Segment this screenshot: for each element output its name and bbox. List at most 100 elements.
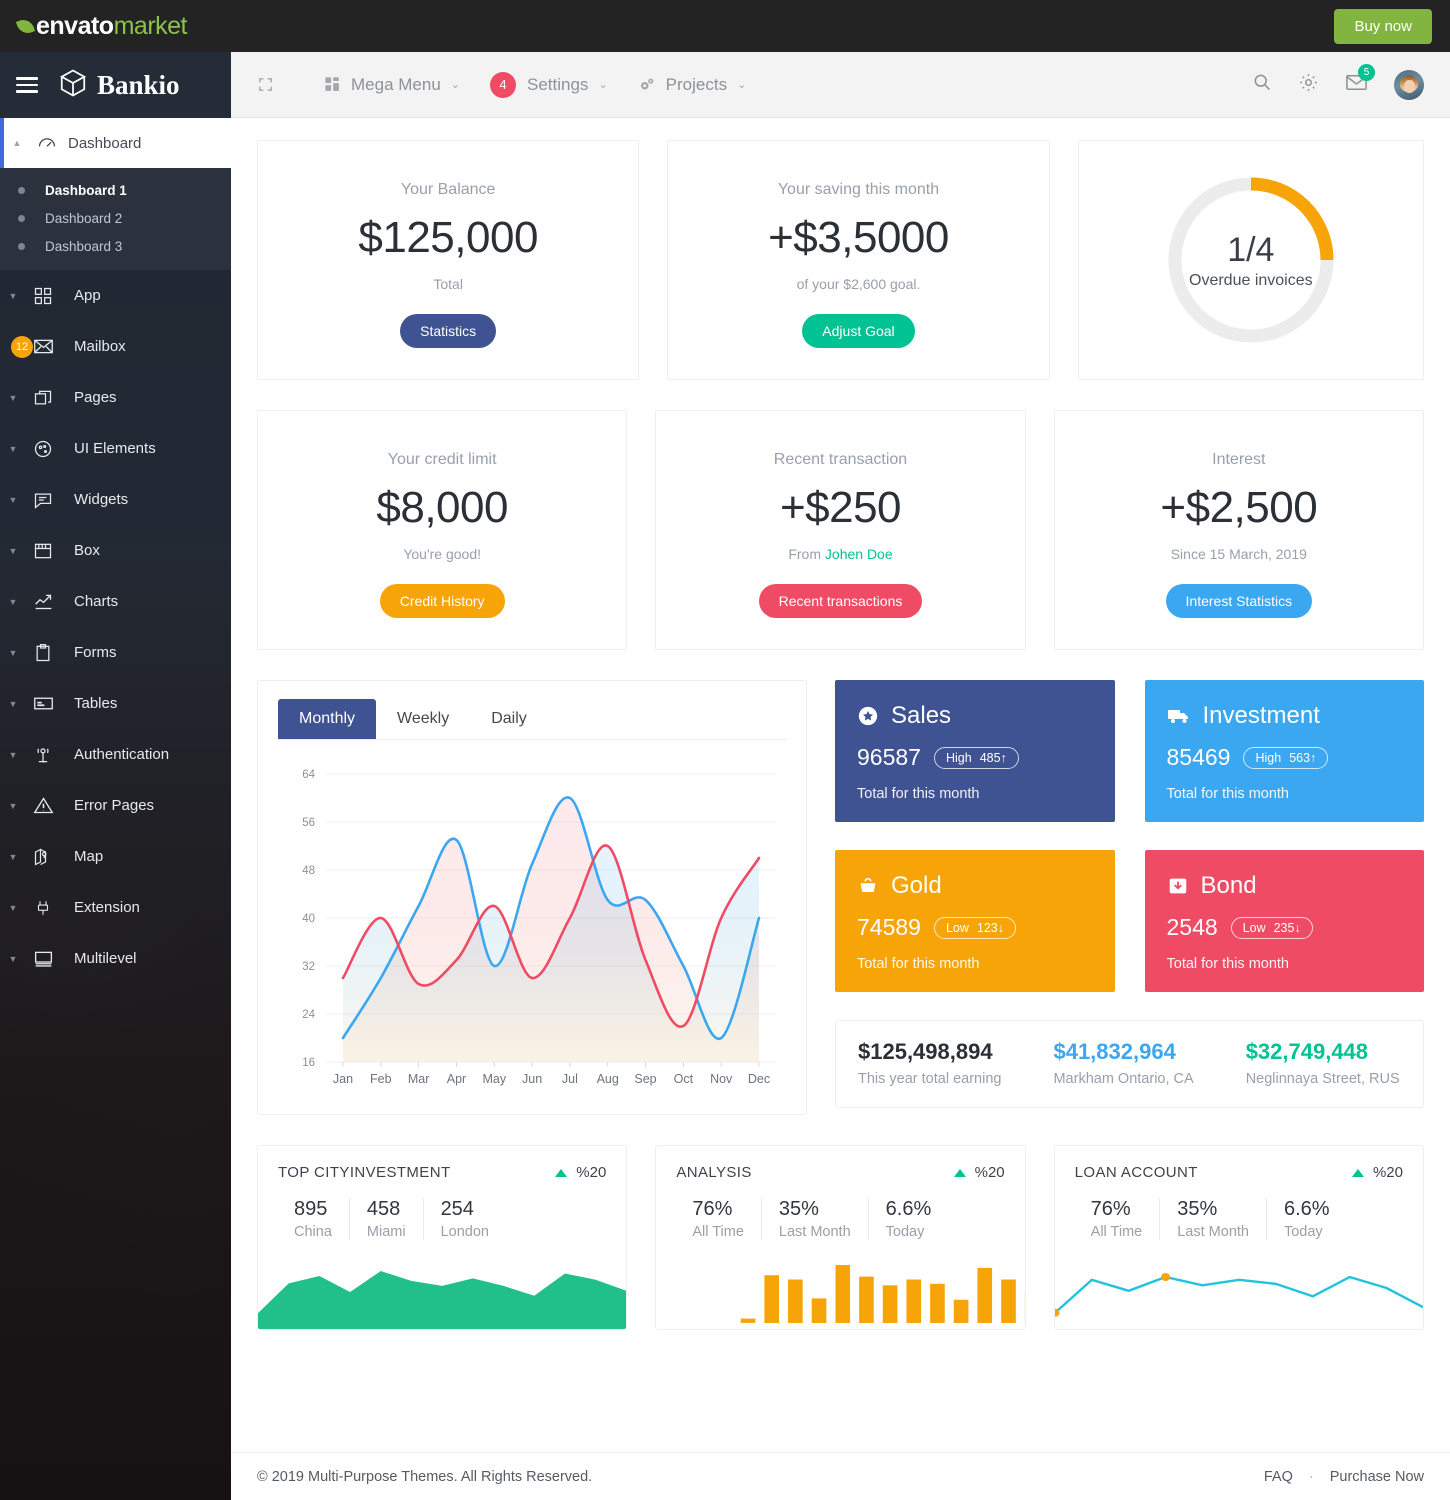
search-icon[interactable] <box>1252 72 1272 97</box>
earning-item: $125,498,894 This year total earning <box>858 1039 1001 1087</box>
svg-text:Aug: Aug <box>597 1072 619 1086</box>
widget-title: TOP CITYINVESTMENT <box>278 1164 451 1181</box>
widget-stat: 6.6% Today <box>869 1198 949 1240</box>
brand-name: Bankio <box>97 69 180 100</box>
tile-metrics: 2548 Low 235↓ <box>1167 914 1403 941</box>
line-chart-canvas: 16 24 32 40 48 56 64 Jan Feb Mar Apr May Jun Jul Aug Se… <box>278 760 786 1100</box>
sidebar-item-map[interactable]: ▼ Map <box>0 831 231 882</box>
footer-link-purchase[interactable]: Purchase Now <box>1330 1469 1424 1485</box>
tile-title: Gold <box>891 872 942 899</box>
tile-bond[interactable]: Bond 2548 Low 235↓ Total for this month <box>1144 850 1424 992</box>
card-overdue-invoices: 1/4 Overdue invoices <box>1077 140 1424 380</box>
sidebar-item-widgets[interactable]: ▼ Widgets <box>0 474 231 525</box>
sidebar-item-tables[interactable]: ▼ Tables <box>0 678 231 729</box>
sidebar-item-extension[interactable]: ▼ Extension <box>0 882 231 933</box>
sidebar-item-badge: 12 <box>11 335 33 358</box>
truck-icon <box>1167 704 1191 728</box>
layers-icon <box>26 948 60 969</box>
tile-chip: Low 123↓ <box>933 916 1017 939</box>
mail-icon[interactable]: 5 <box>1345 63 1375 99</box>
sidebar-item-dashboard[interactable]: ▲ Dashboard <box>0 118 231 168</box>
sidebar-item-label: Forms <box>74 644 117 661</box>
tile-title: Sales <box>891 702 952 729</box>
card-value: $8,000 <box>376 483 508 532</box>
buy-now-button[interactable]: Buy now <box>1334 8 1432 44</box>
card-subtitle: You're good! <box>403 546 481 562</box>
sidebar-item-pages[interactable]: ▼ Pages <box>0 372 231 423</box>
tile-sales[interactable]: Sales 96587 High 485↑ Total for this month <box>835 680 1115 822</box>
sidebar-item-charts[interactable]: ▼ Charts <box>0 576 231 627</box>
triangle-up-icon <box>1351 1168 1364 1177</box>
recent-transactions-button[interactable]: Recent transactions <box>758 584 923 618</box>
svg-text:64: 64 <box>302 769 315 781</box>
svg-text:24: 24 <box>302 1009 315 1021</box>
widget-stats: 895 China 458 Miami 254 London <box>278 1198 606 1240</box>
sidebar-item-mailbox[interactable]: 12 Mailbox <box>0 321 231 372</box>
svg-text:16: 16 <box>302 1057 315 1069</box>
nav-settings[interactable]: 4 Settings ⌄ <box>490 71 608 98</box>
chevron-down-icon: ⌄ <box>450 79 460 91</box>
tab-weekly[interactable]: Weekly <box>376 699 470 739</box>
credit-history-button[interactable]: Credit History <box>379 584 505 618</box>
widget-stat: 895 China <box>278 1198 350 1240</box>
mail-badge: 5 <box>1358 63 1375 81</box>
gear-icon[interactable] <box>1298 72 1319 98</box>
caret-down-icon: ▼ <box>8 494 18 505</box>
tab-monthly[interactable]: Monthly <box>278 699 377 739</box>
tile-investment[interactable]: Investment 85469 High 563↑ Total for this mo… <box>1144 680 1424 822</box>
tile-chip-label: Low <box>1242 920 1266 935</box>
clipboard-icon <box>26 643 60 663</box>
envato-logo[interactable]: envato market <box>15 12 188 41</box>
interest-statistics-button[interactable]: Interest Statistics <box>1165 584 1313 618</box>
widgets-row: TOP CITYINVESTMENT %20 895 China 458 Miami 254… <box>257 1145 1424 1330</box>
nav-projects[interactable]: Projects ⌄ <box>638 75 746 95</box>
sidebar-subitem-dashboard-2[interactable]: Dashboard 2 <box>0 204 231 232</box>
tile-footnote: Total for this month <box>857 956 980 972</box>
footer-link-faq[interactable]: FAQ <box>1264 1469 1293 1485</box>
sidebar-item-multilevel[interactable]: ▼ Multilevel <box>0 933 231 984</box>
expand-icon <box>257 76 274 93</box>
footer-links: FAQ · Purchase Now <box>1264 1469 1424 1485</box>
sidebar-item-ui-elements[interactable]: ▼ UI Elements <box>0 423 231 474</box>
sidebar-item-forms[interactable]: ▼ Forms <box>0 627 231 678</box>
sidebar-item-label: Box <box>74 542 100 559</box>
earning-label: Neglinnaya Street, RUS <box>1245 1071 1400 1087</box>
adjust-goal-button[interactable]: Adjust Goal <box>802 314 915 348</box>
widget-card-loan-account: LOAN ACCOUNT %20 76% All Time 35% Last Month 6… <box>1053 1145 1424 1330</box>
speedometer-icon <box>30 133 64 153</box>
triangle-up-icon <box>953 1168 966 1177</box>
tile-gold[interactable]: Gold 74589 Low 123↓ Total for this month <box>835 850 1115 992</box>
widget-percent-value: %20 <box>576 1164 607 1181</box>
sidebar-item-label: Pages <box>74 389 117 406</box>
caret-down-icon: ▼ <box>8 545 18 556</box>
sidebar-item-error-pages[interactable]: ▼ Error Pages <box>0 780 231 831</box>
avatar[interactable] <box>1394 69 1424 100</box>
svg-text:56: 56 <box>302 817 315 829</box>
tile-value: 74589 <box>857 914 921 940</box>
tile-header: Bond <box>1167 872 1403 900</box>
sidebar-subitem-dashboard-3[interactable]: Dashboard 3 <box>0 232 231 260</box>
card-interest: Interest +$2,500 Since 15 March, 2019 In… <box>1053 410 1424 650</box>
sidebar-item-authentication[interactable]: ▼ Authentication <box>0 729 231 780</box>
sidebar-subitem-dashboard-1[interactable]: Dashboard 1 <box>0 176 231 204</box>
top-navbar: Mega Menu ⌄ 4 Settings ⌄ Projects ⌄ 5 <box>231 52 1450 118</box>
fullscreen-toggle[interactable] <box>257 76 284 93</box>
card-value: +$3,5000 <box>768 213 949 262</box>
widget-sparkline <box>258 1259 627 1329</box>
sidebar-item-box[interactable]: ▼ Box <box>0 525 231 576</box>
tab-daily[interactable]: Daily <box>470 699 548 739</box>
caret-down-icon: ▼ <box>8 749 18 760</box>
sidebar-item-label: Multilevel <box>74 950 137 967</box>
sidebar-item-label: Charts <box>74 593 119 610</box>
svg-text:48: 48 <box>302 865 315 877</box>
earnings-strip: $125,498,894 This year total earning $41,8… <box>835 1020 1424 1108</box>
sidebar-item-label: Error Pages <box>74 797 155 814</box>
widget-sparkline <box>1054 1259 1423 1329</box>
statistics-button[interactable]: Statistics <box>400 314 497 348</box>
sidebar-item-label: Extension <box>74 899 140 916</box>
map-pin-icon <box>26 847 60 867</box>
hamburger-icon[interactable] <box>16 73 38 97</box>
sidebar-item-app[interactable]: ▼ App <box>0 270 231 321</box>
svg-text:Jan: Jan <box>333 1072 353 1086</box>
nav-mega-menu[interactable]: Mega Menu ⌄ <box>324 75 460 95</box>
